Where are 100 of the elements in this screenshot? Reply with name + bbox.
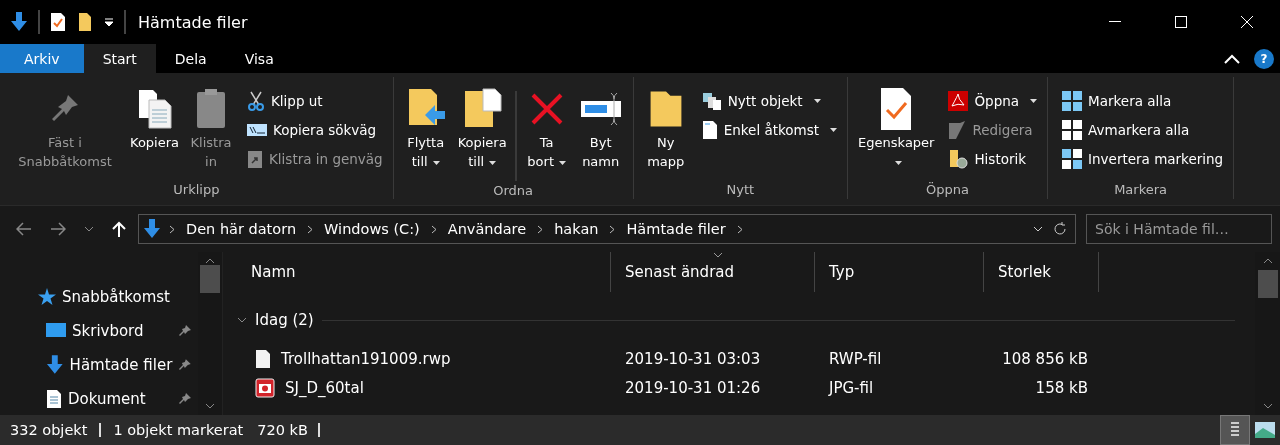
details-view-button[interactable]	[1220, 415, 1250, 445]
ribbon-button[interactable]: Klipp ut	[243, 87, 387, 114]
camera-image-icon	[255, 377, 275, 398]
blank-file-icon	[255, 348, 271, 369]
chevron-right-icon	[537, 224, 544, 234]
pencil-page-icon	[948, 119, 967, 140]
up-arrow-icon[interactable]	[112, 221, 126, 237]
clipboard-shortcut-icon	[247, 148, 263, 169]
group-label: Ordna	[492, 182, 535, 200]
breadcrumb[interactable]: hakan	[551, 221, 602, 237]
scroll-down-icon[interactable]	[1262, 403, 1273, 409]
ribbon-button[interactable]: Kopiera sökväg	[243, 116, 387, 143]
download-arrow-icon[interactable]	[143, 219, 161, 239]
ribbon-tab[interactable]: Dela	[155, 44, 226, 73]
nav-item[interactable]: Dokument	[0, 382, 198, 416]
table-cell-text: RWP-fil	[828, 349, 883, 368]
scrollbar-thumb[interactable]	[1257, 269, 1278, 298]
checked-document-icon[interactable]	[50, 12, 66, 32]
download-arrow-icon[interactable]	[10, 12, 28, 32]
document-icon	[46, 389, 62, 409]
status-text: 1 objekt markerat	[113, 422, 244, 438]
pin-icon[interactable]	[178, 358, 192, 372]
scrollbar-thumb[interactable]	[200, 264, 220, 293]
path-icon	[247, 122, 267, 137]
group-label: Öppna	[925, 181, 971, 199]
window-title: Hämtade filer	[138, 12, 248, 32]
table-cell-text: 2019-10-31 03:03	[624, 349, 762, 368]
chevron-right-icon	[430, 224, 437, 234]
group-label: Urklipp	[172, 181, 221, 199]
back-arrow-icon[interactable]	[16, 222, 32, 236]
scroll-down-icon[interactable]	[205, 403, 215, 409]
collapse-ribbon-icon[interactable]	[1224, 53, 1240, 64]
help-button[interactable]: ?	[1254, 48, 1274, 69]
group-header[interactable]: Idag (2)	[255, 311, 314, 329]
breadcrumb[interactable]: Hämtade filer	[623, 221, 729, 237]
group-label: Nytt	[725, 181, 756, 199]
ribbon-tab[interactable]: Start	[83, 44, 156, 73]
table-cell-text: 108 856 kB	[1001, 349, 1089, 368]
chevron-right-icon	[609, 224, 616, 234]
status-text: 332 objekt	[10, 422, 88, 438]
ribbon-button[interactable]: Nytt objekt	[697, 87, 842, 114]
ribbon-button[interactable]: Byt namn	[574, 83, 627, 173]
document-icon	[701, 119, 718, 140]
dropdown-caret-icon[interactable]	[104, 18, 114, 26]
breadcrumb[interactable]: Den här datorn	[183, 221, 300, 237]
table-cell-text: 158 kB	[1034, 378, 1089, 397]
ribbon-button[interactable]: Enkel åtkomst	[697, 116, 842, 143]
ribbon-button[interactable]: Öppna	[944, 87, 1042, 114]
pin-icon[interactable]	[178, 392, 192, 406]
column-header[interactable]: Typ	[815, 252, 984, 292]
column-header[interactable]: Namn	[237, 252, 611, 292]
forward-arrow-icon[interactable]	[50, 222, 66, 236]
chevron-right-icon	[307, 224, 314, 234]
minimize-icon[interactable]	[1109, 21, 1121, 23]
maximize-icon[interactable]	[1175, 16, 1187, 28]
scroll-up-icon[interactable]	[205, 258, 215, 264]
ribbon-button[interactable]: Egenskaper	[854, 83, 939, 173]
new-item-icon	[701, 91, 722, 110]
pin-icon[interactable]	[178, 324, 192, 338]
search-field[interactable]: Sök i Hämtade fil…	[1086, 214, 1272, 244]
nav-item[interactable]: Skrivbord	[0, 314, 198, 348]
sort-caret-icon	[712, 252, 723, 258]
column-header[interactable]: Senast ändrad	[611, 252, 815, 292]
monitor-icon	[46, 323, 66, 339]
ribbon-button[interactable]: Ta bort	[520, 83, 573, 173]
star-icon	[38, 288, 56, 306]
folder-icon[interactable]	[78, 12, 92, 32]
column-header[interactable]: Storlek	[984, 252, 1099, 292]
ribbon-button[interactable]: Ny mapp	[639, 83, 692, 173]
grid-icon	[1062, 90, 1083, 111]
ribbon-button[interactable]: Avmarkera alla	[1058, 116, 1228, 143]
refresh-icon[interactable]	[1053, 222, 1067, 236]
recent-chevron-icon[interactable]	[84, 226, 94, 232]
file-name[interactable]: Trollhattan191009.rwp	[281, 349, 451, 368]
scissors-icon	[247, 90, 265, 111]
download-arrow-icon[interactable]	[46, 355, 64, 375]
ribbon-button[interactable]: Markera alla	[1058, 87, 1228, 114]
file-name[interactable]: SJ_D_60tal	[285, 378, 364, 397]
breadcrumb[interactable]: Windows (C:)	[321, 221, 423, 237]
ribbon-button[interactable]: Flytta till	[399, 83, 452, 173]
dropdown-chevron-icon[interactable]	[1033, 226, 1043, 232]
ribbon-button[interactable]: Historik	[944, 145, 1042, 172]
breadcrumb[interactable]: Användare	[444, 221, 530, 237]
table-cell-text: 2019-10-31 01:26	[624, 378, 762, 397]
address-bar[interactable]: Den här datorn Windows (C:) Användare hakan Hämtade filer	[138, 214, 1076, 244]
landscape-picture-icon	[1255, 422, 1275, 438]
ribbon-button[interactable]: Kopiera	[126, 83, 183, 154]
ribbon-tab[interactable]: Visa	[225, 44, 293, 73]
group-label: Markera	[1113, 181, 1169, 199]
table-cell-text: JPG-fil	[827, 378, 875, 397]
ribbon-button[interactable]: Invertera markering	[1058, 145, 1228, 172]
folder-clock-icon	[948, 148, 969, 169]
nav-item[interactable]: Snabbåtkomst	[0, 280, 198, 314]
scroll-up-icon[interactable]	[1262, 258, 1273, 264]
status-text: 720 kB	[257, 422, 308, 438]
ribbon-button[interactable]: Kopiera till	[453, 83, 511, 173]
ribbon-tab[interactable]: Arkiv	[0, 44, 84, 73]
close-icon[interactable]	[1241, 16, 1253, 28]
nav-item[interactable]: Hämtade filer	[0, 348, 198, 382]
chevron-down-icon[interactable]	[237, 315, 247, 325]
